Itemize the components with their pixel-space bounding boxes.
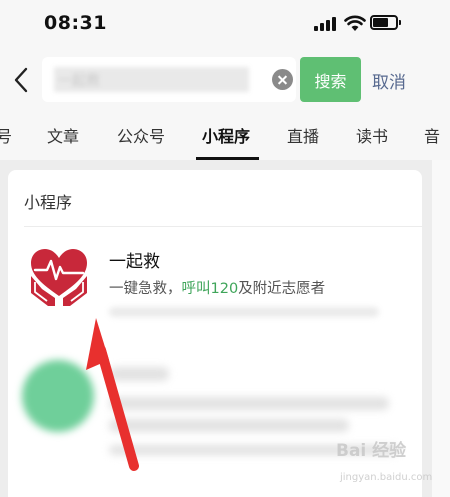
status-bar: 08:31 — [0, 0, 450, 48]
tab-official-accounts[interactable]: 公众号 — [117, 123, 165, 147]
watermark-sub: jingyan.baidu.com — [340, 472, 433, 483]
result-title: 一起救 — [109, 252, 160, 272]
tab-live[interactable]: 直播 — [287, 123, 319, 147]
tab-articles[interactable]: 文章 — [47, 123, 79, 147]
blurred-line — [109, 307, 379, 317]
watermark: Bai 经验 — [336, 441, 407, 461]
battery-icon — [370, 15, 401, 30]
search-button[interactable]: 搜索 — [300, 57, 361, 102]
next-page-edge — [432, 160, 450, 497]
result-description: 一键急救，呼叫120及附近志愿者 — [109, 281, 326, 297]
tab-books[interactable]: 读书 — [356, 123, 388, 147]
result-highlight: 呼叫120 — [181, 281, 239, 297]
heart-hands-icon — [31, 249, 87, 306]
header-area: 08:31 搜索 取消 号 文章 公众号 小程序 直播 读书 音 — [0, 0, 450, 160]
search-box[interactable] — [42, 57, 296, 102]
result-item-yiqijiu[interactable]: 一起救 一键急救，呼叫120及附近志愿者 — [8, 227, 422, 337]
signal-icon — [314, 17, 338, 31]
active-tab-indicator — [196, 157, 259, 160]
tab-music[interactable]: 音 — [424, 123, 440, 147]
wifi-icon — [344, 15, 366, 31]
back-chevron-icon[interactable] — [12, 66, 32, 94]
app-logo-icon — [22, 360, 94, 432]
category-tabs: 号 文章 公众号 小程序 直播 读书 音 — [0, 118, 450, 160]
search-input[interactable] — [54, 67, 249, 92]
cancel-button[interactable]: 取消 — [372, 68, 406, 93]
tab-mini-programs[interactable]: 小程序 — [202, 123, 250, 147]
clear-icon[interactable] — [272, 69, 293, 90]
section-title: 小程序 — [24, 193, 73, 212]
tab-hao[interactable]: 号 — [0, 123, 12, 147]
status-time: 08:31 — [44, 12, 107, 34]
